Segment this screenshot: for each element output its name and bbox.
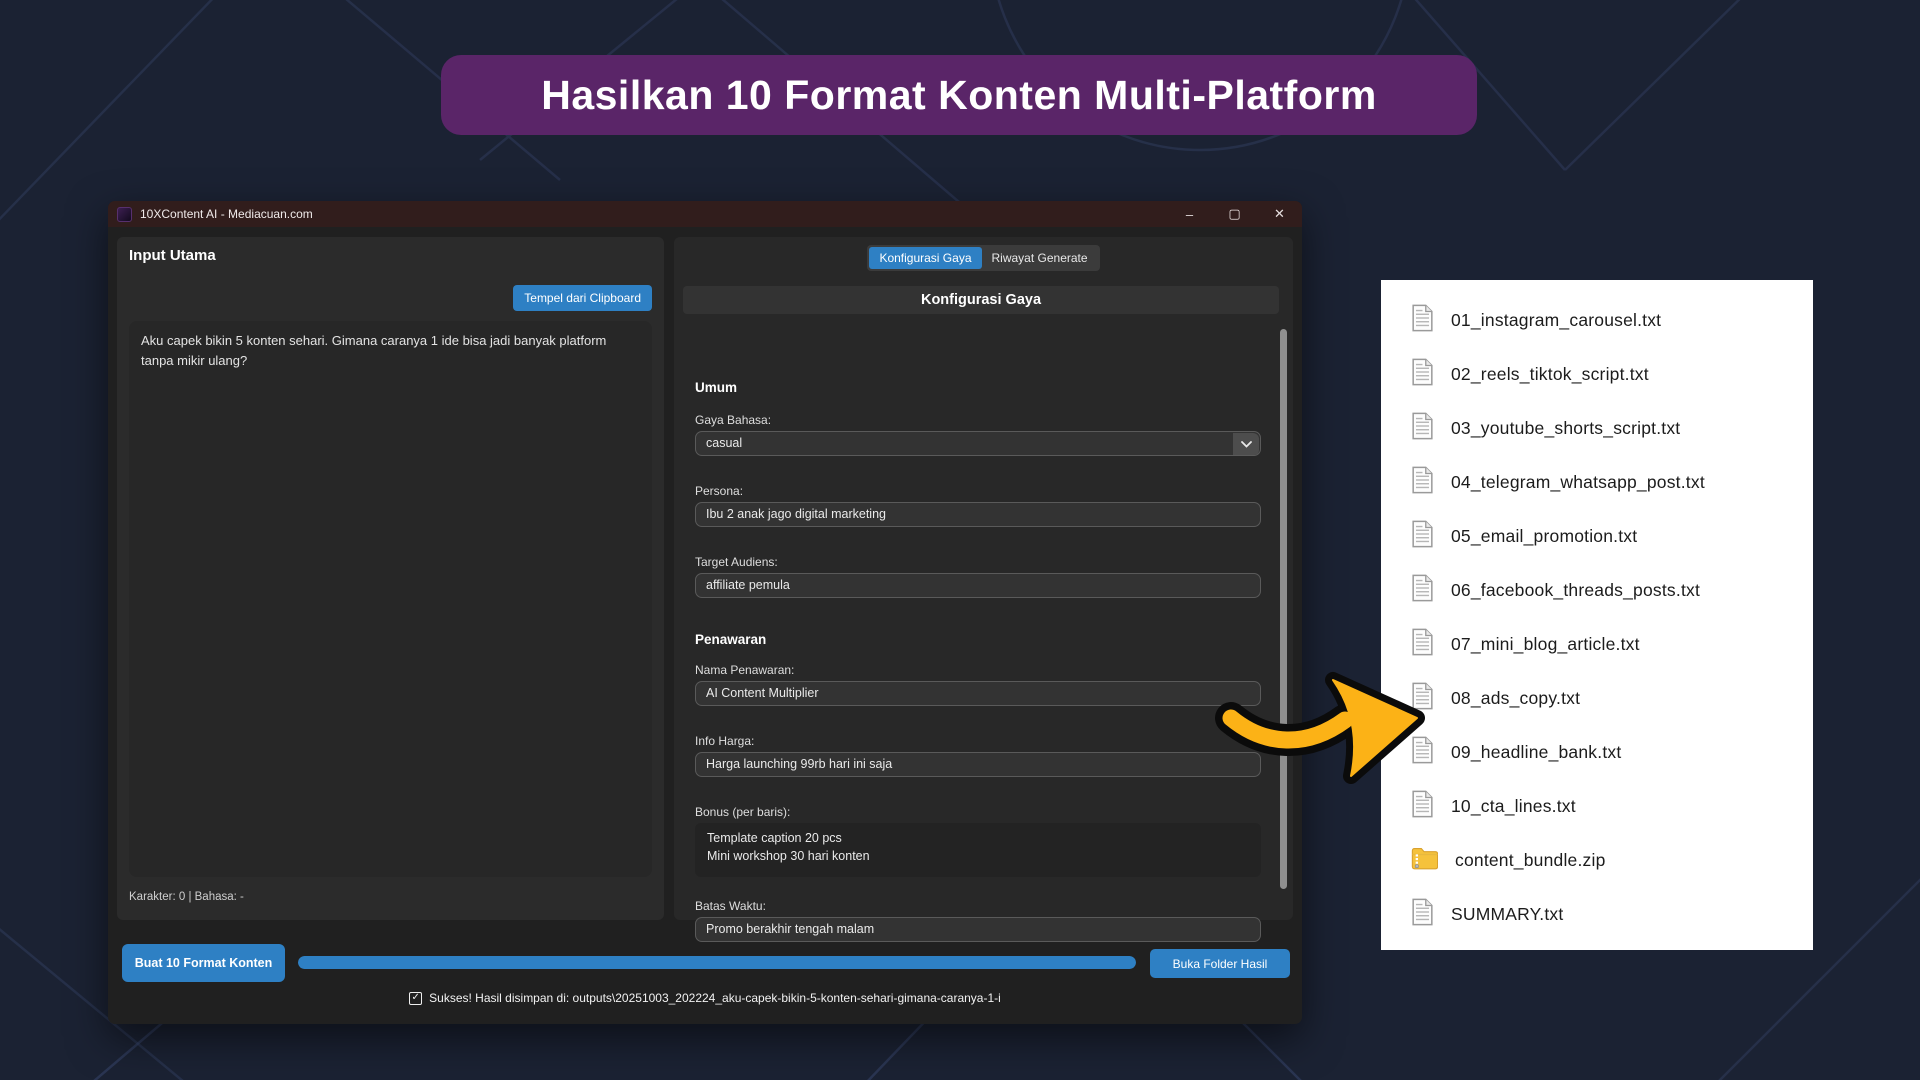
txt-file-icon: [1411, 466, 1434, 499]
character-language-status: Karakter: 0 | Bahasa: -: [129, 891, 244, 903]
headline-title: Hasilkan 10 Format Konten Multi-Platform: [541, 72, 1377, 119]
tab-riwayat-generate[interactable]: Riwayat Generate: [982, 247, 1098, 269]
file-name: 01_instagram_carousel.txt: [1451, 310, 1661, 331]
window-title: 10XContent AI - Mediacuan.com: [140, 207, 313, 221]
config-form: Umum Gaya Bahasa: casual Persona: Ibu 2 …: [695, 314, 1261, 910]
file-item[interactable]: 03_youtube_shorts_script.txt: [1381, 401, 1813, 455]
config-panel: Konfigurasi Gaya Riwayat Generate Konfig…: [674, 237, 1293, 920]
status-message: Sukses! Hasil disimpan di: outputs\20251…: [429, 991, 1001, 1005]
section-penawaran: Penawaran: [695, 632, 766, 647]
app-window: 10XContent AI - Mediacuan.com – ▢ ✕ Inpu…: [108, 201, 1302, 1024]
target-audiens-label: Target Audiens:: [695, 555, 778, 569]
file-item[interactable]: 01_instagram_carousel.txt: [1381, 293, 1813, 347]
file-name: 03_youtube_shorts_script.txt: [1451, 418, 1680, 439]
chevron-down-icon[interactable]: [1233, 433, 1259, 456]
file-name: SUMMARY.txt: [1451, 904, 1563, 925]
batas-waktu-input[interactable]: Promo berakhir tengah malam: [695, 917, 1261, 942]
generate-button[interactable]: Buat 10 Format Konten: [122, 944, 285, 982]
nama-penawaran-label: Nama Penawaran:: [695, 663, 794, 677]
batas-waktu-label: Batas Waktu:: [695, 899, 766, 913]
info-harga-label: Info Harga:: [695, 734, 754, 748]
txt-file-icon: [1411, 304, 1434, 337]
file-name: 06_facebook_threads_posts.txt: [1451, 580, 1700, 601]
zip-file-icon: [1411, 846, 1438, 875]
open-folder-button[interactable]: Buka Folder Hasil: [1150, 949, 1290, 978]
txt-file-icon: [1411, 736, 1434, 769]
file-name: 07_mini_blog_article.txt: [1451, 634, 1640, 655]
target-audiens-input[interactable]: affiliate pemula: [695, 573, 1261, 598]
txt-file-icon: [1411, 790, 1434, 823]
status-row: ✓ Sukses! Hasil disimpan di: outputs\202…: [108, 991, 1302, 1005]
file-name: 08_ads_copy.txt: [1451, 688, 1580, 709]
input-panel-title: Input Utama: [129, 247, 216, 264]
file-item[interactable]: 05_email_promotion.txt: [1381, 509, 1813, 563]
file-name: 02_reels_tiktok_script.txt: [1451, 364, 1649, 385]
txt-file-icon: [1411, 628, 1434, 661]
window-controls: – ▢ ✕: [1167, 201, 1302, 227]
persona-label: Persona:: [695, 484, 743, 498]
persona-input[interactable]: Ibu 2 anak jago digital marketing: [695, 502, 1261, 527]
file-item[interactable]: 06_facebook_threads_posts.txt: [1381, 563, 1813, 617]
file-item[interactable]: SUMMARY.txt: [1381, 887, 1813, 941]
file-name: 04_telegram_whatsapp_post.txt: [1451, 472, 1705, 493]
main-idea-textarea[interactable]: Aku capek bikin 5 konten sehari. Gimana …: [129, 321, 652, 877]
app-icon: [117, 207, 132, 222]
config-panel-header: Konfigurasi Gaya: [683, 286, 1279, 314]
headline-banner: Hasilkan 10 Format Konten Multi-Platform: [441, 55, 1477, 135]
checkbox-checked-icon: ✓: [409, 992, 422, 1005]
maximize-button[interactable]: ▢: [1212, 201, 1257, 227]
progress-bar: [298, 956, 1136, 969]
txt-file-icon: [1411, 574, 1434, 607]
txt-file-icon: [1411, 682, 1434, 715]
bonus-textarea[interactable]: Template caption 20 pcs Mini workshop 30…: [695, 823, 1261, 877]
window-titlebar: 10XContent AI - Mediacuan.com – ▢ ✕: [108, 201, 1302, 227]
input-panel: Input Utama Tempel dari Clipboard Aku ca…: [117, 237, 664, 920]
gaya-bahasa-label: Gaya Bahasa:: [695, 413, 771, 427]
file-item[interactable]: 04_telegram_whatsapp_post.txt: [1381, 455, 1813, 509]
file-name: 05_email_promotion.txt: [1451, 526, 1637, 547]
file-item[interactable]: 10_cta_lines.txt: [1381, 779, 1813, 833]
txt-file-icon: [1411, 898, 1434, 931]
file-item[interactable]: 07_mini_blog_article.txt: [1381, 617, 1813, 671]
paste-from-clipboard-button[interactable]: Tempel dari Clipboard: [513, 285, 652, 311]
txt-file-icon: [1411, 358, 1434, 391]
file-item[interactable]: content_bundle.zip: [1381, 833, 1813, 887]
file-item[interactable]: 02_reels_tiktok_script.txt: [1381, 347, 1813, 401]
file-item[interactable]: 09_headline_bank.txt: [1381, 725, 1813, 779]
file-item[interactable]: 08_ads_copy.txt: [1381, 671, 1813, 725]
file-name: 09_headline_bank.txt: [1451, 742, 1621, 763]
txt-file-icon: [1411, 520, 1434, 553]
tab-group: Konfigurasi Gaya Riwayat Generate: [867, 245, 1099, 271]
gaya-bahasa-select[interactable]: casual: [695, 431, 1261, 456]
tab-konfigurasi-gaya[interactable]: Konfigurasi Gaya: [869, 247, 981, 269]
tabs-row: Konfigurasi Gaya Riwayat Generate: [674, 245, 1293, 271]
txt-file-icon: [1411, 412, 1434, 445]
file-name: 10_cta_lines.txt: [1451, 796, 1576, 817]
info-harga-input[interactable]: Harga launching 99rb hari ini saja: [695, 752, 1261, 777]
bonus-label: Bonus (per baris):: [695, 805, 790, 819]
output-files-panel: 01_instagram_carousel.txt 02_reels_tiktok…: [1381, 280, 1813, 950]
close-button[interactable]: ✕: [1257, 201, 1302, 227]
gaya-bahasa-value: casual: [706, 436, 742, 450]
section-umum: Umum: [695, 380, 737, 395]
config-scrollbar[interactable]: [1280, 329, 1287, 889]
file-name: content_bundle.zip: [1455, 850, 1606, 871]
progress-fill: [298, 956, 1136, 969]
minimize-button[interactable]: –: [1167, 201, 1212, 227]
nama-penawaran-input[interactable]: AI Content Multiplier: [695, 681, 1261, 706]
